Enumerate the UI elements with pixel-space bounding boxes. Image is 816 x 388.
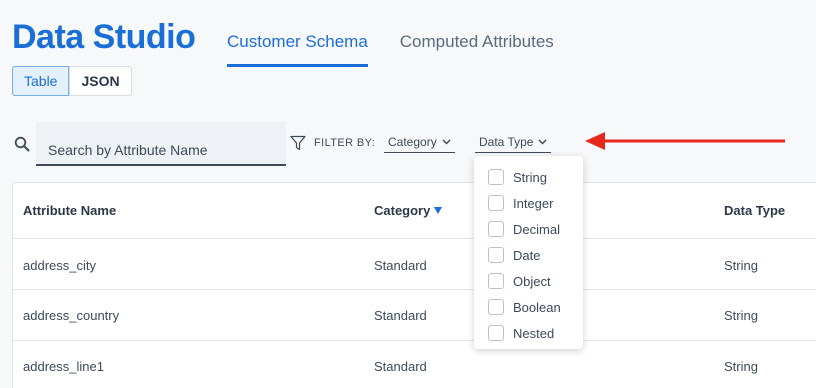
category-filter-label: Category [388,135,437,149]
sort-descending-icon [434,207,443,214]
column-header-data-type[interactable]: Data Type [724,203,785,218]
filter-by-label: FILTER BY: [314,137,376,149]
data-type-option-boolean[interactable]: Boolean [474,294,583,320]
annotation-arrow-icon [585,132,785,150]
data-type-filter-label: Data Type [479,135,534,149]
option-label: String [513,169,547,185]
json-view-button[interactable]: JSON [69,67,130,95]
data-type-option-integer[interactable]: Integer [474,190,583,216]
checkbox[interactable] [488,195,504,211]
checkbox[interactable] [488,247,504,263]
chevron-down-icon [442,139,451,145]
filter-icon [290,135,306,151]
checkbox[interactable] [488,169,504,185]
cell-data-type: String [724,258,758,273]
row-divider [13,238,816,239]
option-label: Date [513,247,541,263]
cell-category: Standard [374,258,427,273]
tab-computed-attributes[interactable]: Computed Attributes [400,32,554,67]
column-header-attribute-name[interactable]: Attribute Name [23,203,116,218]
data-type-option-decimal[interactable]: Decimal [474,216,583,242]
cell-attribute-name: address_line1 [23,359,104,374]
option-label: Nested [513,325,555,341]
app-title: Data Studio [12,18,196,56]
data-type-option-object[interactable]: Object [474,268,583,294]
category-filter-dropdown[interactable]: Category [384,135,455,153]
attributes-table: Attribute Name Category Data Type addres… [12,182,816,388]
row-divider [13,289,816,290]
view-toggle: Table JSON [12,66,132,96]
column-header-category-label: Category [374,203,431,218]
search-icon [14,136,30,152]
cell-category: Standard [374,308,427,323]
chevron-down-icon [538,139,548,145]
checkbox[interactable] [488,325,504,341]
data-type-option-date[interactable]: Date [474,242,583,268]
cell-data-type: String [724,359,758,374]
cell-attribute-name: address_country [23,308,120,323]
data-type-dropdown-menu: String Integer Decimal Date Object Boole… [474,156,583,349]
main-tabs: Customer Schema Computed Attributes [227,32,554,67]
option-label: Object [513,273,551,289]
column-header-category[interactable]: Category [374,203,443,218]
data-type-option-string[interactable]: String [474,164,583,190]
cell-data-type: String [724,308,758,323]
row-divider [13,340,816,341]
data-type-filter-dropdown[interactable]: Data Type [475,135,552,153]
checkbox[interactable] [488,299,504,315]
checkbox[interactable] [488,273,504,289]
table-view-button[interactable]: Table [12,66,70,96]
cell-category: Standard [374,359,427,374]
option-label: Integer [513,195,554,211]
cell-attribute-name: address_city [23,258,96,273]
data-type-option-nested[interactable]: Nested [474,320,583,346]
checkbox[interactable] [488,221,504,237]
option-label: Decimal [513,221,560,237]
option-label: Boolean [513,299,561,315]
search-input[interactable] [36,122,286,166]
tab-customer-schema[interactable]: Customer Schema [227,32,368,67]
